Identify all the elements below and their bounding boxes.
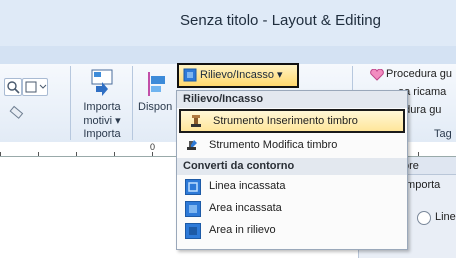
area-relief-icon [185,223,201,239]
relief-inset-dropdown-button[interactable]: Rilievo/Incasso ▾ [177,63,299,88]
menu-item-label: Strumento Inserimento timbro [213,115,358,127]
stamp-insert-icon [189,114,203,128]
zoom-frame-icon [25,81,47,93]
zoom-in-button[interactable] [4,78,22,96]
menu-item-area-inset[interactable]: Area incassata [177,197,407,219]
import-motifs-label-1[interactable]: Importa [80,101,124,113]
right-panel-import[interactable]: Importa [403,179,440,191]
eraser-tool-button[interactable] [8,104,24,120]
import-motifs-label-2[interactable]: motivi ▾ [80,114,124,127]
menu-item-stamp-insert[interactable]: Strumento Inserimento timbro [179,109,405,133]
menu-item-label: Area incassata [209,202,282,214]
line-radio[interactable] [417,211,431,225]
relief-inset-menu: Rilievo/Incasso Strumento Inserimento ti… [176,90,408,250]
area-inset-icon [185,201,201,217]
line-radio-label: Linea [435,211,456,223]
dispose-icon [148,72,165,96]
line-inset-icon [185,179,201,195]
title-bar: Senza titolo - Layout & Editing [0,0,456,46]
window-title: Senza titolo - Layout & Editing [180,12,381,29]
relief-inset-label: Rilievo/Incasso ▾ [200,69,283,81]
dispose-label[interactable]: Dispon [138,101,172,113]
menu-item-label: Area in rilievo [209,224,276,236]
stamp-edit-icon [185,138,199,152]
eraser-icon [9,105,24,119]
import-group-label: Importa [83,128,121,140]
menu-item-label: Strumento Modifica timbro [209,139,338,151]
ruler-mark: 0 [150,142,156,152]
import-motifs-icon [91,69,113,96]
import-motifs-button-icon[interactable] [84,68,120,98]
menu-item-stamp-edit[interactable]: Strumento Modifica timbro [177,134,407,156]
relief-inset-icon [183,68,197,82]
menu-section-header: Converti da contorno [177,158,407,175]
zoom-fit-button[interactable] [22,78,48,96]
ribbon-separator [132,66,133,140]
menu-item-line-inset[interactable]: Linea incassata [177,175,407,197]
dispose-button-icon[interactable] [142,68,166,98]
ribbon-separator [70,66,71,140]
menu-section-header: Rilievo/Incasso [177,91,407,108]
procedure-label-1: Procedura gu [386,68,453,80]
menu-item-area-relief[interactable]: Area in rilievo [177,219,407,241]
heart-icon [370,69,384,81]
tag-group-label: Tag [434,128,452,140]
magnifier-icon [7,81,20,94]
menu-item-label: Linea incassata [209,180,286,192]
